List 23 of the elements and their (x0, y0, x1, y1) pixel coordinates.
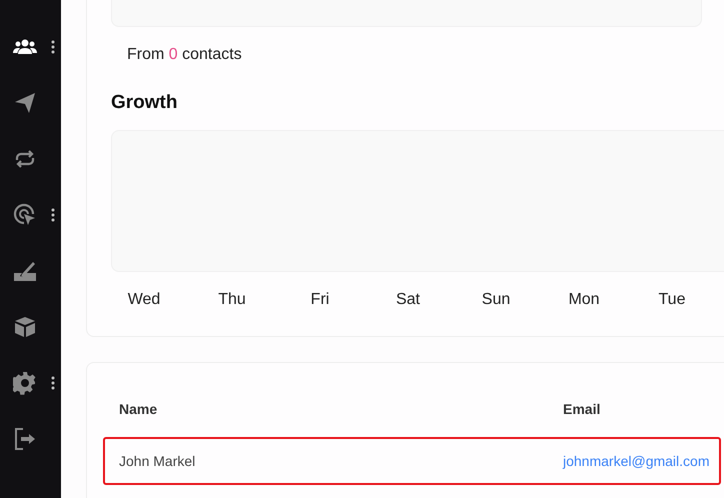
cursor-click-icon[interactable] (13, 203, 37, 227)
day-label: Sun (482, 291, 510, 308)
day-label: Fri (310, 291, 330, 308)
email-link[interactable]: johnmarkel@gmail.com (563, 453, 710, 469)
more-menu-icon[interactable] (51, 208, 55, 222)
logout-icon[interactable] (13, 427, 37, 451)
day-label: Wed (128, 291, 160, 308)
more-menu-icon[interactable] (51, 40, 55, 54)
day-label: Thu (218, 291, 246, 308)
paper-plane-icon[interactable] (13, 91, 37, 115)
column-header: Name (119, 400, 158, 419)
column-header: Email (563, 400, 600, 419)
table-row[interactable]: John Markel johnmarkel@gmail.com (103, 437, 721, 485)
pen-signature-icon[interactable] (13, 259, 37, 283)
table-cell-text: John Markel (119, 453, 196, 469)
section-title: Growth (111, 91, 178, 115)
more-menu-icon[interactable] (51, 376, 55, 390)
contacts-summary: From 0 contacts (127, 45, 243, 65)
day-label: Sat (396, 291, 420, 308)
day-label: Tue (658, 291, 686, 308)
settings-icon[interactable] (13, 371, 37, 395)
box-icon[interactable] (13, 315, 37, 339)
day-label: Mon (568, 291, 600, 308)
